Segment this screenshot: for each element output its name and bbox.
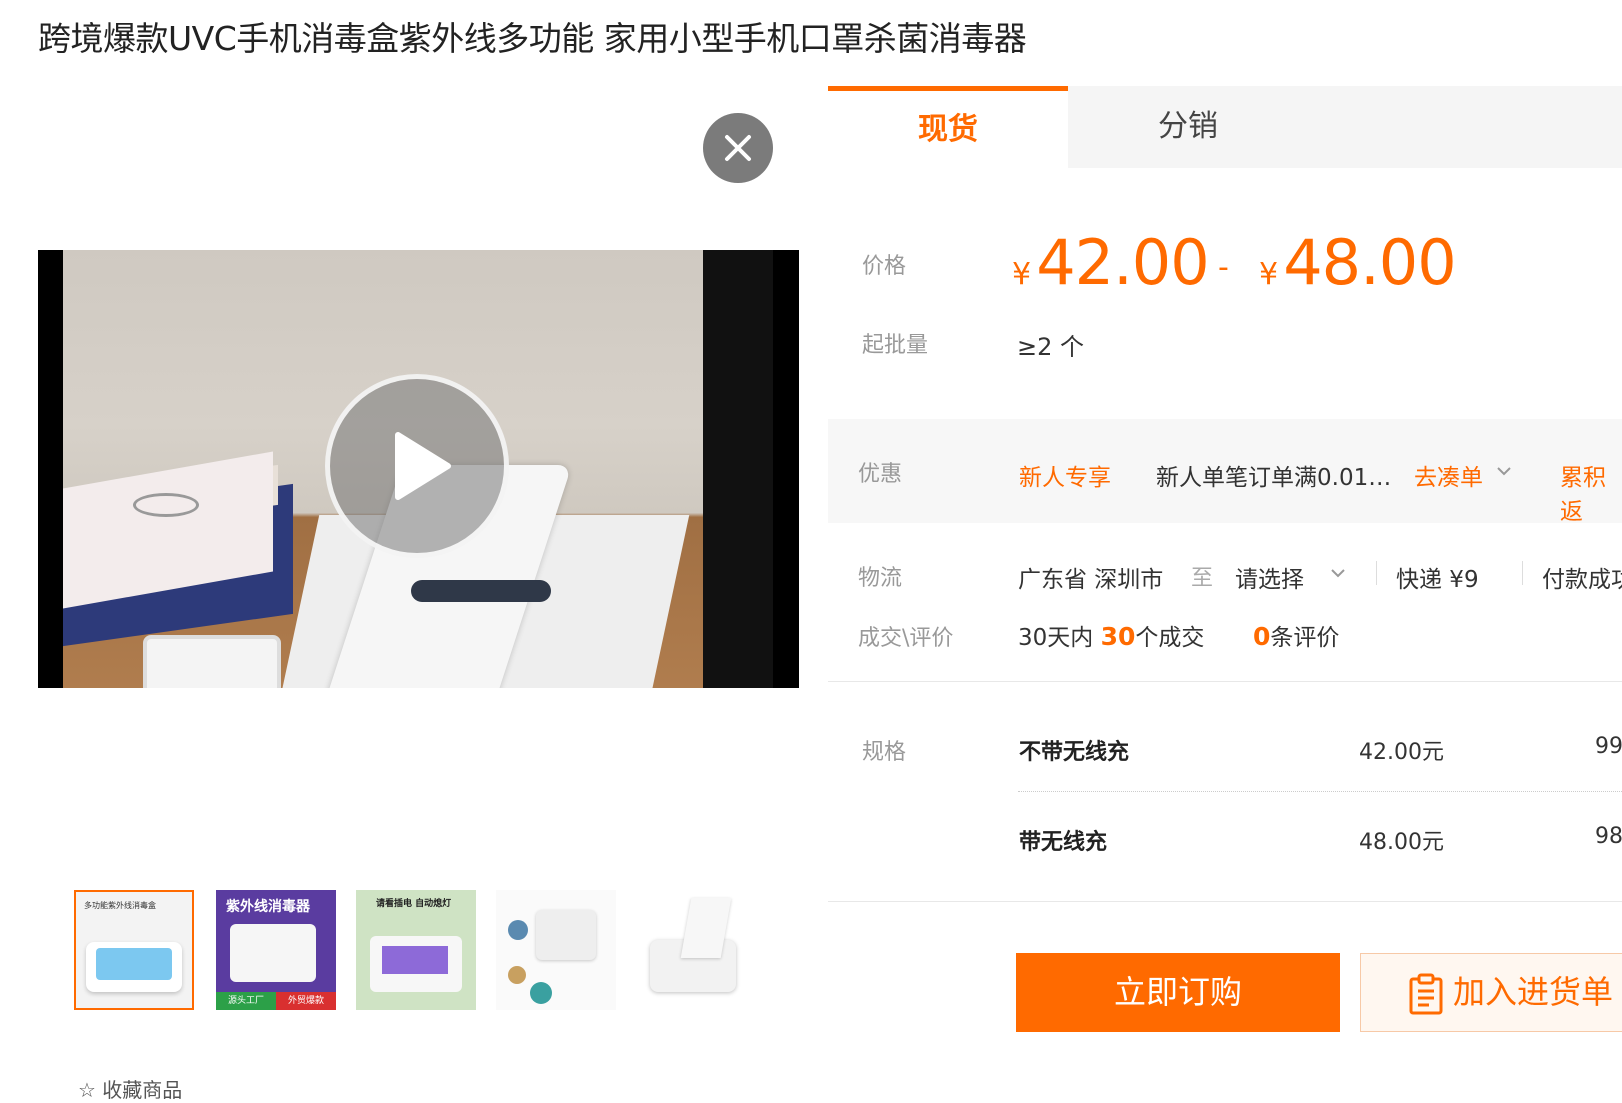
star-icon: ☆	[78, 1078, 96, 1102]
promotion-tag: 新人专享	[1019, 465, 1111, 491]
chevron-down-icon[interactable]	[1495, 462, 1513, 480]
price-separator: -	[1218, 250, 1229, 285]
currency-symbol: ¥	[1259, 257, 1279, 292]
promotion-desc: 新人单笔订单满0.01…	[1156, 465, 1392, 491]
spec-row-1-price: 42.00元	[1359, 740, 1444, 765]
play-button[interactable]	[325, 374, 509, 558]
thumbnail-5[interactable]	[636, 890, 756, 1010]
divider	[1376, 561, 1377, 585]
chevron-down-icon[interactable]	[1329, 564, 1347, 582]
divider	[828, 901, 1622, 902]
thumbnail-2-tag-right: 外贸爆款	[276, 992, 336, 1010]
play-icon	[395, 432, 451, 500]
logistics-from: 广东省 深圳市	[1018, 567, 1164, 593]
divider	[1522, 561, 1523, 585]
buy-now-button[interactable]: 立即订购	[1016, 953, 1340, 1032]
thumbnail-2[interactable]: 紫外线消毒器 源头工厂 外贸爆款	[216, 890, 336, 1010]
shipping-fee: 快递 ¥9	[1396, 567, 1479, 593]
thumbnail-3-caption: 请看插电 自动熄灯	[376, 899, 452, 909]
tab-spot[interactable]: 现货	[828, 86, 1068, 168]
deals-count-value: 30	[1100, 622, 1136, 651]
price-low-value: 42.00	[1036, 226, 1209, 299]
reviews-count-value: 0	[1253, 622, 1271, 651]
deals-label: 成交\评价	[858, 626, 954, 651]
clipboard-icon	[1409, 973, 1443, 1015]
close-icon	[725, 135, 751, 161]
price-high-value: 48.00	[1283, 226, 1456, 299]
thumbnail-3[interactable]: 请看插电 自动熄灯	[356, 890, 476, 1010]
promotion-label: 优惠	[858, 462, 903, 487]
favorite-label: 收藏商品	[102, 1078, 183, 1102]
deals-count: 30天内 30个成交	[1018, 618, 1204, 652]
spec-label: 规格	[862, 740, 907, 765]
thumbnail-1-caption: 多功能紫外线消毒盒	[84, 901, 156, 910]
tab-distribution[interactable]: 分销	[1068, 86, 1308, 168]
moq-label: 起批量	[862, 333, 929, 358]
spec-row-2-stock: 98	[1595, 824, 1622, 849]
logistics-label: 物流	[858, 566, 903, 591]
product-title: 跨境爆款UVC手机消毒盒紫外线多功能 家用小型手机口罩杀菌消毒器	[38, 19, 1027, 58]
spec-row-2-name: 带无线充	[1019, 830, 1108, 855]
price-high: ¥ 48.00	[1259, 226, 1457, 299]
thumbnail-2-caption: 紫外线消毒器	[226, 899, 310, 915]
promotion-link[interactable]: 去凑单	[1414, 458, 1483, 492]
currency-symbol: ¥	[1012, 257, 1032, 292]
destination-select[interactable]: 请选择	[1235, 560, 1304, 594]
add-to-cart-button[interactable]: 加入进货单	[1360, 953, 1622, 1032]
tab-bar: 现货 分销	[828, 86, 1622, 168]
spec-row-1-name: 不带无线充	[1019, 740, 1130, 765]
promotion-more[interactable]: 累积返	[1560, 458, 1622, 526]
divider	[1018, 791, 1622, 792]
thumbnail-1[interactable]: 多功能紫外线消毒盒	[74, 890, 194, 1010]
payment-info: 付款成功	[1542, 567, 1622, 593]
divider	[828, 681, 1622, 682]
favorite-product[interactable]: ☆ 收藏商品	[78, 1074, 182, 1103]
deals-prefix: 30天内	[1018, 625, 1094, 651]
price-low: ¥ 42.00	[1012, 226, 1210, 299]
thumbnail-2-tag-left: 源头工厂	[216, 992, 276, 1010]
close-button[interactable]	[703, 113, 773, 183]
logistics-to-word: 至	[1191, 566, 1214, 591]
add-to-cart-label: 加入进货单	[1453, 973, 1614, 1011]
thumbnail-4[interactable]	[496, 890, 616, 1010]
moq-value: ≥2 个	[1017, 333, 1085, 361]
deals-count-suffix: 个成交	[1135, 625, 1205, 651]
reviews-suffix: 条评价	[1270, 625, 1340, 651]
reviews-count[interactable]: 0条评价	[1253, 618, 1339, 652]
price-label: 价格	[862, 254, 907, 279]
spec-row-1-stock: 99	[1595, 734, 1622, 759]
spec-row-2-price: 48.00元	[1359, 830, 1444, 855]
